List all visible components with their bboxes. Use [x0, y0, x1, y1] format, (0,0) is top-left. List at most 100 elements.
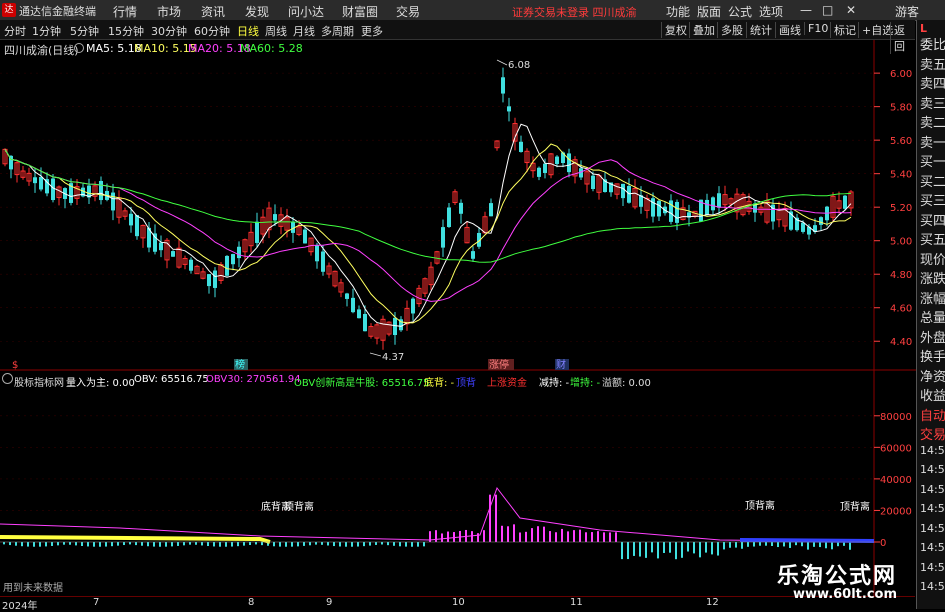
top-div-value: 顶背	[456, 378, 476, 389]
menu-ask[interactable]: 问小达	[288, 3, 324, 20]
side-item-27: 14:56	[920, 560, 945, 574]
tf-monthly[interactable]: 月线	[293, 23, 315, 39]
candle-body	[213, 270, 217, 288]
side-item-28: 14:56	[920, 580, 945, 593]
candle-body	[135, 215, 139, 237]
candle-body	[33, 177, 37, 184]
stats-button[interactable]: 统计	[746, 22, 775, 38]
bottom-div-value: 底背: -	[424, 378, 455, 389]
draw-line-button[interactable]: 画线	[775, 22, 804, 38]
overlay-button[interactable]: 叠加	[689, 22, 718, 38]
tf-intraday[interactable]: 分时	[4, 23, 26, 39]
tf-weekly[interactable]: 周线	[265, 23, 287, 39]
candle-body	[675, 201, 679, 223]
candle-body	[231, 254, 235, 265]
side-item-15: 外盘	[920, 330, 945, 346]
restore-right-button[interactable]: 复权	[661, 22, 690, 38]
candle-body	[51, 178, 55, 201]
guest-label[interactable]: 游客	[895, 3, 919, 20]
reduce-value: 减持: -	[539, 378, 570, 389]
side-item-21: 14:56	[920, 443, 945, 457]
date-label-nov: 11	[570, 597, 583, 608]
candle-body	[273, 214, 277, 221]
side-item-14: 总量	[920, 311, 945, 326]
candle-body	[591, 175, 595, 190]
menu-discover[interactable]: 发现	[245, 3, 269, 20]
price-label-1: 5.80	[890, 103, 912, 114]
multi-stock-button[interactable]: 多股	[717, 22, 746, 38]
candle-body	[657, 200, 661, 217]
side-item-18: 收益	[920, 389, 945, 404]
app-title: 通达信金融终端	[19, 5, 96, 18]
menu-layout[interactable]: 版面	[697, 3, 721, 20]
obv-yellow-band	[0, 535, 271, 544]
candle-body	[447, 207, 451, 227]
menu-options[interactable]: 选项	[759, 3, 783, 20]
candle-body	[129, 213, 133, 226]
ind-label-2: 40000	[880, 475, 912, 486]
side-item-17: 净资	[920, 369, 945, 385]
menu-trade[interactable]: 交易	[396, 3, 420, 20]
price-label-3: 5.40	[890, 170, 912, 181]
candle-body	[501, 77, 505, 94]
menu-function[interactable]: 功能	[666, 3, 690, 20]
side-item-12: 涨跌	[920, 272, 945, 287]
menu-wealth[interactable]: 财富圈	[342, 3, 378, 20]
side-item-25: 14:56	[920, 521, 945, 535]
candle-body	[111, 192, 115, 211]
close-icon[interactable]: ✕	[846, 3, 856, 17]
side-item-0: 委比	[920, 38, 945, 53]
side-item-4: 卖二	[920, 116, 945, 131]
low-label: 4.37	[382, 352, 404, 363]
menu-market[interactable]: 市场	[157, 3, 181, 20]
top-divergence-label-3: 顶背离	[840, 500, 870, 513]
ind-label-3: 20000	[880, 506, 912, 517]
candle-body	[99, 180, 103, 201]
quote-side-panel: L 委比 卖五 卖四 卖三 卖二 卖一 买一 买二 买三 买四 买五 现价 涨跌 涨幅 总量 外盘 换手 净资 收益…	[916, 20, 945, 609]
chart-canvas[interactable]: 6.00 5.80 5.60 5.40 5.20 5.00 4.80 4.60 4.40 800…	[0, 40, 916, 596]
candle-body	[207, 274, 211, 287]
tf-5min[interactable]: 5分钟	[70, 23, 99, 39]
marker-dollar: $	[12, 360, 18, 371]
side-item-22: 14:56	[920, 463, 945, 476]
tf-30min[interactable]: 30分钟	[151, 23, 187, 39]
side-item-19: 自动	[920, 408, 945, 424]
candle-body	[189, 259, 193, 271]
price-label-0: 6.00	[890, 69, 912, 80]
candle-body	[345, 293, 349, 299]
side-item-10: 买五	[920, 233, 945, 248]
candle-body	[441, 227, 445, 248]
side-item-2: 卖四	[920, 77, 945, 92]
candle-body	[711, 197, 715, 211]
tf-daily[interactable]: 日线	[237, 23, 259, 39]
tf-more[interactable]: 更多	[361, 23, 383, 39]
candle-body	[303, 229, 307, 244]
ind-label-0: 80000	[880, 412, 912, 423]
date-label-oct: 10	[452, 597, 465, 608]
maximize-icon[interactable]: □	[822, 3, 833, 17]
tf-60min[interactable]: 60分钟	[194, 23, 230, 39]
menu-news[interactable]: 资讯	[201, 3, 225, 20]
tf-1min[interactable]: 1分钟	[32, 23, 61, 39]
mark-button[interactable]: 标记	[830, 22, 859, 38]
candle-body	[627, 185, 631, 203]
price-label-2: 5.60	[890, 136, 912, 147]
candle-body	[651, 198, 655, 217]
candle-body	[819, 217, 823, 225]
tf-multi[interactable]: 多周期	[321, 23, 354, 39]
indicator-settings-icon[interactable]	[2, 373, 13, 384]
candle-body	[507, 106, 511, 112]
menu-bar: 达 通达信金融终端 行情 市场 资讯 发现 问小达 财富圈 交易 证券交易未登录…	[0, 0, 945, 21]
f10-button[interactable]: F10	[804, 22, 831, 35]
candle-body	[717, 193, 721, 208]
date-label-sep: 9	[326, 597, 333, 608]
candle-body	[363, 313, 367, 332]
tf-15min[interactable]: 15分钟	[108, 23, 144, 39]
menu-formula[interactable]: 公式	[728, 3, 752, 20]
ma60-line	[4, 149, 852, 263]
minimize-icon[interactable]: —	[800, 3, 812, 17]
menu-quotes[interactable]: 行情	[113, 3, 137, 20]
candle-body	[171, 251, 175, 257]
candle-body	[39, 176, 43, 190]
ma10-line	[4, 143, 852, 324]
